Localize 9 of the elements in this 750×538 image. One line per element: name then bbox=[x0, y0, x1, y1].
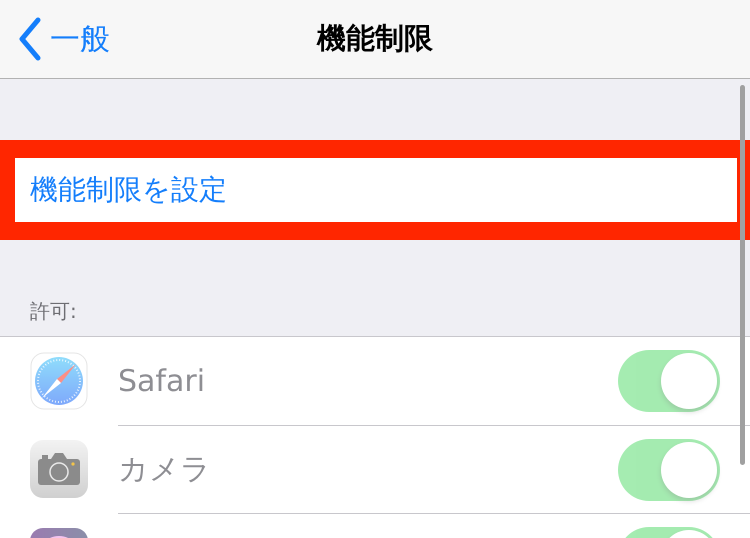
enable-restrictions-link[interactable]: 機能制限を設定 bbox=[30, 169, 227, 211]
screen-title: 機能制限 bbox=[317, 20, 433, 58]
chevron-icon bbox=[18, 17, 42, 61]
app-label: Safari bbox=[118, 362, 206, 400]
back-button[interactable]: 一般 bbox=[14, 14, 114, 64]
camera-icon bbox=[30, 440, 88, 498]
compass-icon bbox=[30, 352, 88, 410]
section-header: 許可: bbox=[29, 298, 78, 325]
app-label: カメラ bbox=[118, 451, 211, 489]
